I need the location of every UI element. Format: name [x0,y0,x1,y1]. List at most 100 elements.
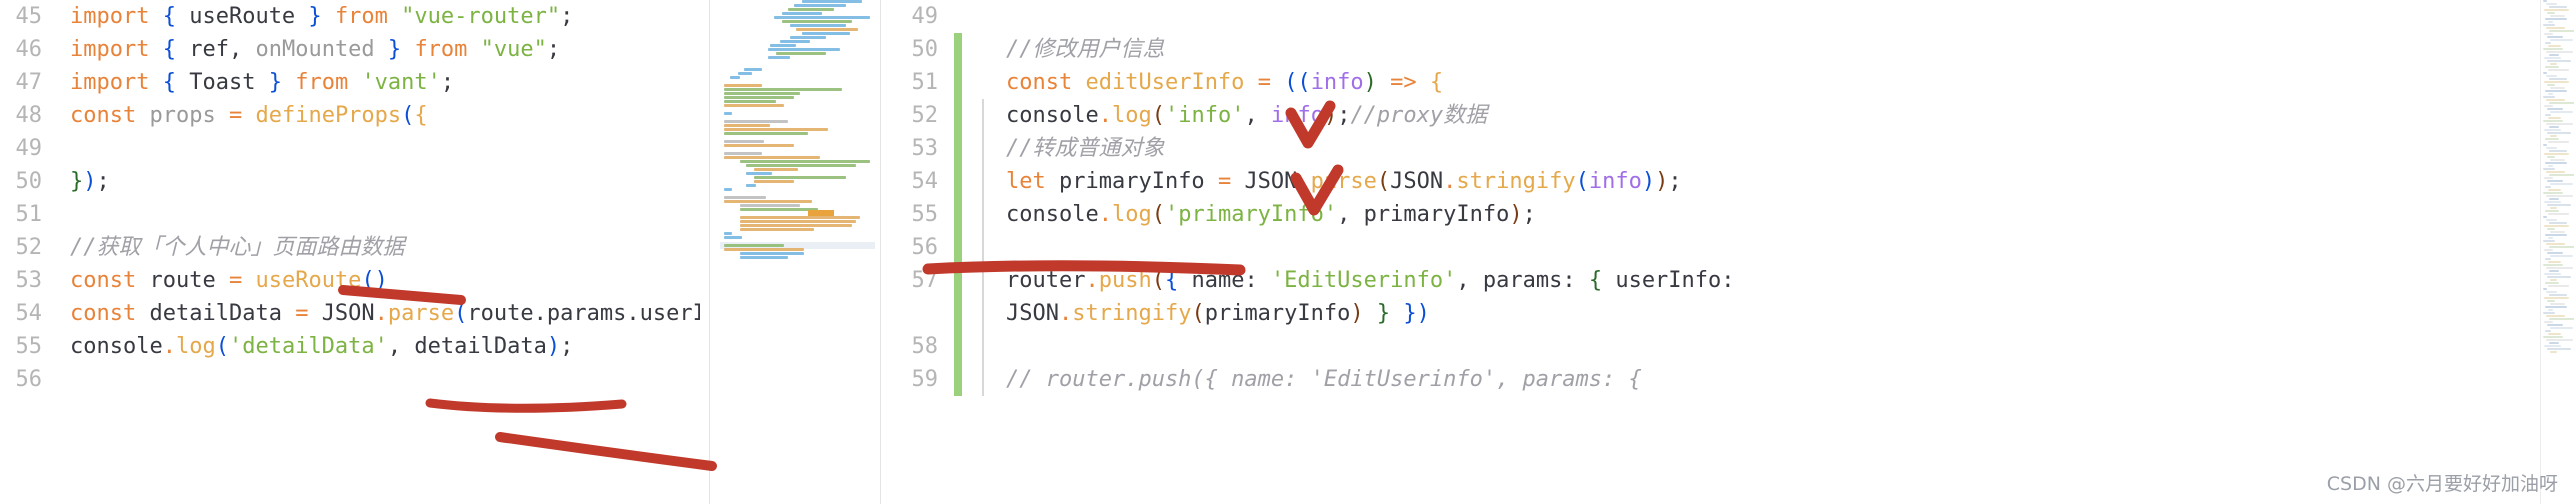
minimap-row [2550,15,2565,17]
code-line[interactable]: 55 console.log('primaryInfo', primaryInfo… [882,198,2574,231]
code-token: from [414,37,481,62]
code-token: = [295,301,309,326]
minimap-row [2547,324,2563,326]
code-line[interactable]: 53 //转成普通对象 [882,132,2574,165]
minimap-row [2544,57,2561,59]
minimap-row [2544,81,2569,83]
code-token: JSON [1006,301,1059,326]
code-token: . [162,334,176,359]
code-line[interactable]: 59 // router.push({ name: 'EditUserinfo',… [882,363,2574,396]
right-minimap-strip[interactable] [2540,0,2574,504]
code-token: primaryInfo [1204,301,1351,326]
code-token: ) [1509,202,1523,227]
code-token: log [1111,202,1152,227]
code-token: console [1006,202,1099,227]
minimap-row [2548,141,2569,143]
code-line[interactable]: 48 const props = defineProps({ [0,99,700,132]
change-gutter-bar [954,198,962,231]
minimap-row [2543,192,2563,194]
code-token: log [1111,103,1152,128]
minimap-row [2543,264,2563,266]
code-text: }); [60,165,700,198]
minimap-row [2547,180,2563,182]
code-line[interactable]: 55 console.log('detailData', detailData); [0,330,700,363]
minimap-row [2547,84,2555,86]
minimap-row [2550,279,2557,281]
change-gutter-bar [954,165,962,198]
code-token: } [70,169,84,194]
minimap-row [2549,54,2559,56]
code-token: parse [387,301,455,326]
code-token: . [1058,301,1073,326]
code-line[interactable]: 46 import { ref, onMounted } from "vue"; [0,33,700,66]
minimap-row [2544,177,2553,179]
minimap-marker [808,210,834,216]
code-line[interactable]: 52 console.log('info', info);//proxy数据 [882,99,2574,132]
code-line[interactable]: 47 import { Toast } from 'vant'; [0,66,700,99]
code-text: console.log('primaryInfo', primaryInfo); [984,198,2574,231]
line-number: 58 [911,334,939,359]
minimap-row [2543,120,2563,122]
change-gutter-bar [954,363,962,396]
code-token: userInfo: [1602,268,1748,293]
minimap-row [2548,117,2561,119]
code-token: import [70,4,163,29]
code-line[interactable]: 54 let primaryInfo = JSON.parse(JSON.stri… [882,165,2574,198]
minimap-row [796,28,858,31]
line-number: 50 [911,37,939,62]
change-gutter-bar [954,330,962,363]
minimap-row [2549,150,2567,152]
code-line[interactable]: 56 [882,231,2574,264]
code-line[interactable]: 51 [0,198,700,231]
right-code-area[interactable]: 49 50//修改用户信息 51 const editUserInfo = ((inf… [882,0,2574,504]
minimap-row [2549,342,2559,344]
minimap-row [724,244,784,247]
left-code-area[interactable]: 45 import { useRoute } from "vue-router";… [0,0,701,504]
code-line[interactable]: 49 [0,132,700,165]
code-line[interactable]: 51 const editUserInfo = ((info) => { [882,66,2574,99]
code-line[interactable]: 53 const route = useRoute() [0,264,700,297]
minimap-row [2543,72,2547,74]
code-line[interactable]: 49 [882,0,2574,33]
code-line[interactable]: 57 router.push({ name: 'EditUserinfo', pa… [882,264,2574,330]
code-token: route [149,268,216,293]
minimap-row [2550,303,2565,305]
minimap-row [780,40,810,43]
minimap-row [740,204,800,207]
minimap-row [2545,162,2567,164]
minimap-row [2546,171,2565,173]
minimap-row [782,20,852,23]
minimap-divider [709,0,710,504]
code-line[interactable]: 50}); [0,165,700,198]
minimap-row [768,56,790,59]
minimap-row [740,160,870,163]
code-text: //获取「个人中心」页面路由数据 [60,231,700,264]
code-token: const [70,268,150,293]
code-line[interactable]: 45 import { useRoute } from "vue-router"; [0,0,700,33]
code-line[interactable]: 50 //修改用户信息 [882,33,2574,66]
code-line[interactable]: 52 //获取「个人中心」页面路由数据 [0,231,700,264]
minimap-row [2545,306,2567,308]
code-token: ) [546,334,561,359]
code-token: JSON [1390,169,1444,194]
code-token: 'info' [1164,103,1245,128]
code-token: stringify [1456,169,1576,194]
minimap-row [2548,309,2553,311]
code-line[interactable]: 58 [882,330,2574,363]
minimap-row [724,92,800,95]
code-text: const editUserInfo = ((info) => { [984,66,2574,99]
change-gutter-bar [954,99,962,132]
code-minimap[interactable] [710,0,880,504]
code-token: detailData [149,301,282,326]
left-editor-pane[interactable]: 45 import { useRoute } from "vue-router";… [0,0,700,504]
right-editor-pane[interactable]: 49 50//修改用户信息 51 const editUserInfo = ((inf… [880,0,2574,504]
minimap-row [2545,234,2567,236]
code-line[interactable]: 56 [0,363,700,396]
minimap-row [724,112,732,115]
code-token: detailData [414,334,547,359]
code-line[interactable]: 54 const detailData = JSON.parse(route.pa… [0,297,701,330]
minimap-row [724,84,762,87]
